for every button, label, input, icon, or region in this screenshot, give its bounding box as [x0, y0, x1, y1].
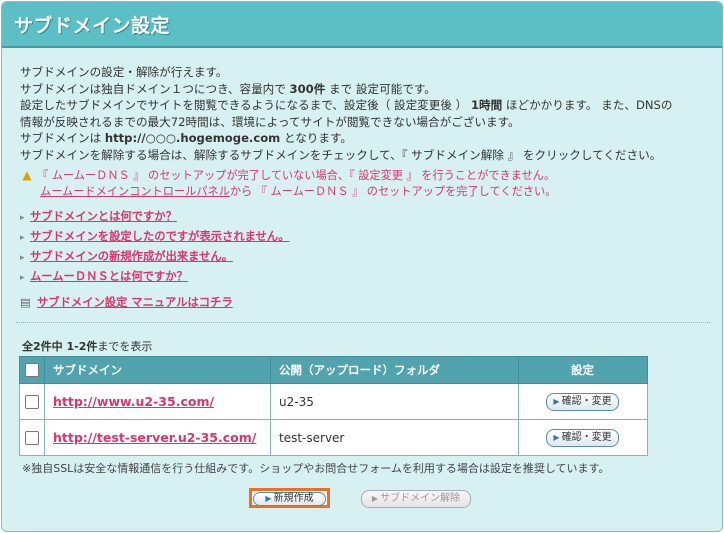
- ssl-note: ※独自SSLは安全な情報通信を行う仕組みです。ショップやお問合せフォームを利用す…: [22, 462, 610, 475]
- warning-icon: ▲: [22, 168, 32, 182]
- select-all-checkbox[interactable]: [25, 363, 39, 378]
- bullet-icon: ▸: [20, 253, 25, 263]
- domain-cell: http://test-server.u2-35.com/: [44, 419, 271, 456]
- subdomain-settings-panel: サブドメイン設定 サブドメインの設定・解除が行えます。 サブドメインは独自ドメイ…: [1, 1, 723, 532]
- release-subdomain-label: サブドメイン解除: [380, 493, 461, 504]
- column-header-domain: サブドメイン: [44, 356, 271, 384]
- warning-text: から 『 ムームーＤＮＳ 』 のセットアップを完了してください。: [229, 185, 557, 198]
- help-link-row: ▸ サブドメインを設定したのですが表示されません。: [20, 227, 290, 247]
- title-bar: サブドメイン設定: [2, 2, 722, 48]
- dns-warning: ▲ 『 ムームーＤＮＳ 』 のセットアップが完了していない場合、『 設定変更 』 …: [20, 167, 710, 200]
- intro-line: 設定したサブドメインでサイトを閲覧できるようになるまで、設定後（ 設定変更後 ）…: [20, 98, 673, 112]
- confirm-change-button[interactable]: ▶ 確認・変更: [546, 392, 619, 411]
- result-count: 全2件中 1-2件までを表示: [22, 340, 153, 353]
- intro-line: サブドメインは独自ドメイン１つにつき、容量内で 300件 まで 設定可能です。: [20, 81, 436, 96]
- table-row: http://www.u2-35.com/ u2-35 ▶ 確認・変更: [19, 383, 648, 420]
- help-link-what-is-dns[interactable]: ムームーＤＮＳとは何ですか？: [30, 270, 188, 283]
- table-header-row: サブドメイン 公開（アップロード）フォルダ 設定: [19, 356, 648, 384]
- column-header-folder: 公開（アップロード）フォルダ: [270, 356, 519, 384]
- intro-line: サブドメインを解除する場合は、解除するサブドメインをチェックして、『 サブドメイ…: [20, 147, 662, 162]
- play-arrow-icon: ▶: [265, 494, 272, 503]
- help-link-row: ▸ ムームーＤＮＳとは何ですか？: [20, 267, 290, 287]
- bullet-icon: ▸: [20, 233, 25, 243]
- page-title: サブドメイン設定: [14, 15, 171, 37]
- subdomain-table: サブドメイン 公開（アップロード）フォルダ 設定 http://www.u2-3…: [19, 356, 648, 456]
- bullet-icon: ▸: [20, 213, 25, 223]
- new-create-button[interactable]: ▶ 新規作成: [249, 488, 330, 508]
- domain-cell: http://www.u2-35.com/: [44, 383, 271, 420]
- help-link-what-is-subdomain[interactable]: サブドメインとは何ですか？: [30, 210, 177, 223]
- domain-link[interactable]: http://www.u2-35.com/: [53, 394, 214, 409]
- document-icon: ▤: [20, 296, 31, 309]
- intro-text: サブドメインの設定・解除が行えます。 サブドメインは独自ドメイン１つにつき、容量…: [20, 64, 710, 163]
- manual-row: ▤ サブドメイン設定 マニュアルはコチラ: [20, 294, 233, 310]
- table-row: http://test-server.u2-35.com/ test-serve…: [19, 419, 648, 456]
- manual-link[interactable]: サブドメイン設定 マニュアルはコチラ: [37, 296, 233, 309]
- folder-cell: test-server: [270, 419, 519, 456]
- warning-text: 『 ムームーＤＮＳ 』 のセットアップが完了していない場合、『 設定変更 』 を…: [37, 169, 556, 182]
- row-checkbox[interactable]: [25, 430, 39, 445]
- bullet-icon: ▸: [20, 273, 25, 283]
- select-all-cell: [19, 356, 45, 384]
- folder-cell: u2-35: [270, 383, 519, 420]
- release-subdomain-button[interactable]: ▶ サブドメイン解除: [361, 490, 471, 508]
- row-checkbox-cell: [19, 419, 45, 456]
- help-link-cannot-create[interactable]: サブドメインの新規作成が出来ません。: [30, 250, 233, 263]
- control-panel-link[interactable]: ムームードメインコントロールパネル: [40, 185, 230, 198]
- play-arrow-icon: ▶: [371, 494, 379, 503]
- row-checkbox-cell: [19, 383, 45, 420]
- help-links: ▸ サブドメインとは何ですか？ ▸ サブドメインを設定したのですが表示されません。 …: [20, 207, 290, 287]
- help-link-not-displayed[interactable]: サブドメインを設定したのですが表示されません。: [30, 230, 290, 243]
- settings-cell: ▶ 確認・変更: [518, 419, 648, 456]
- column-header-settings: 設定: [518, 356, 648, 384]
- play-arrow-icon: ▶: [553, 396, 560, 406]
- intro-line: 情報が反映されるまでの最大72時間は、環境によってサイトが閲覧できない場合がござ…: [20, 114, 520, 129]
- row-checkbox[interactable]: [25, 394, 39, 409]
- intro-line: サブドメインは http://○○○.hogemoge.com となります。: [20, 131, 353, 145]
- confirm-change-button[interactable]: ▶ 確認・変更: [546, 428, 619, 447]
- domain-link[interactable]: http://test-server.u2-35.com/: [53, 430, 256, 445]
- new-create-label: 新規作成: [273, 493, 314, 504]
- intro-line: サブドメインの設定・解除が行えます。: [20, 65, 228, 79]
- play-arrow-icon: ▶: [553, 432, 560, 442]
- action-bar: ▶ 新規作成 ▶ サブドメイン解除: [2, 488, 722, 508]
- help-link-row: ▸ サブドメインとは何ですか？: [20, 207, 290, 227]
- divider: [16, 322, 710, 323]
- help-link-row: ▸ サブドメインの新規作成が出来ません。: [20, 247, 290, 267]
- settings-cell: ▶ 確認・変更: [518, 383, 648, 420]
